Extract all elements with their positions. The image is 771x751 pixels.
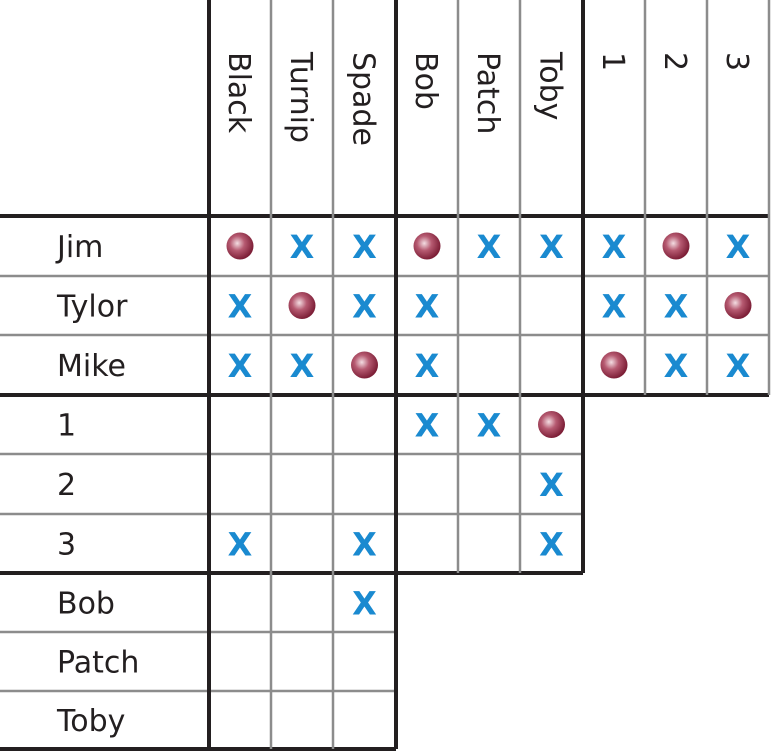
row-label: 2 [57, 468, 76, 503]
empty-cell[interactable] [398, 456, 456, 512]
empty-cell[interactable] [211, 575, 269, 630]
row-label: Mike [57, 349, 126, 384]
column-headers: Black Turnip Spade Bob Patch Toby 1 2 3 [221, 51, 754, 146]
cell-marks: X X X X X XX X X X XX X X X XX XXX X XX [211, 228, 752, 747]
empty-cell[interactable] [273, 634, 331, 689]
x-mark[interactable]: X [477, 407, 502, 445]
x-mark[interactable]: X [602, 228, 627, 266]
circle-mark[interactable] [538, 411, 565, 438]
column-header: Black [221, 52, 256, 134]
empty-cell[interactable] [522, 278, 581, 333]
empty-cell[interactable] [273, 693, 331, 747]
x-mark[interactable]: X [664, 288, 689, 326]
empty-cell[interactable] [273, 575, 331, 630]
empty-cell[interactable] [460, 456, 518, 512]
column-header: Spade [346, 52, 381, 146]
empty-cell[interactable] [273, 397, 331, 452]
row-label: Tylor [56, 290, 128, 325]
row-labels: Jim Tylor Mike 1 2 3 Bob Patch Toby [55, 230, 139, 739]
row-label: 1 [57, 409, 76, 444]
empty-cell[interactable] [211, 634, 269, 689]
x-mark[interactable]: X [539, 228, 564, 266]
empty-cell[interactable] [460, 516, 518, 571]
empty-cell[interactable] [335, 456, 394, 512]
x-mark[interactable]: X [477, 228, 502, 266]
empty-cell[interactable] [335, 634, 394, 689]
x-mark[interactable]: X [352, 228, 377, 266]
empty-cell[interactable] [335, 397, 394, 452]
empty-cell[interactable] [522, 337, 581, 393]
x-mark[interactable]: X [352, 526, 377, 564]
x-mark[interactable]: X [664, 347, 689, 385]
x-mark[interactable]: X [228, 288, 253, 326]
row-label: Bob [57, 587, 115, 622]
x-mark[interactable]: X [290, 228, 315, 266]
column-header: Patch [470, 52, 505, 134]
x-mark[interactable]: X [352, 288, 377, 326]
circle-mark[interactable] [288, 292, 316, 319]
x-mark[interactable]: X [228, 347, 253, 385]
x-mark[interactable]: X [415, 407, 440, 445]
column-header: Turnip [283, 51, 318, 143]
column-header: 1 [595, 52, 630, 71]
x-mark[interactable]: X [726, 347, 751, 385]
circle-mark[interactable] [413, 232, 441, 260]
column-header: Toby [533, 51, 568, 120]
empty-cell[interactable] [398, 516, 456, 571]
logic-puzzle-grid: Black Turnip Spade Bob Patch Toby 1 2 3 Jim Tylor… [0, 0, 771, 751]
column-header: 2 [657, 52, 692, 71]
empty-cell[interactable] [460, 278, 518, 333]
row-label: Jim [55, 230, 103, 265]
empty-cell[interactable] [211, 693, 269, 747]
x-mark[interactable]: X [415, 347, 440, 385]
x-mark[interactable]: X [726, 228, 751, 266]
row-label: 3 [57, 528, 76, 563]
empty-cell[interactable] [460, 337, 518, 393]
x-mark[interactable]: X [602, 288, 627, 326]
x-mark[interactable]: X [539, 526, 564, 564]
circle-mark[interactable] [351, 351, 378, 379]
row-label: Toby [56, 704, 125, 739]
x-mark[interactable]: X [352, 585, 377, 623]
row-label: Patch [57, 646, 139, 681]
empty-cell[interactable] [211, 456, 269, 512]
column-header: Bob [408, 52, 443, 110]
empty-cell[interactable] [273, 516, 331, 571]
circle-mark[interactable] [724, 292, 752, 319]
circle-mark[interactable] [226, 232, 254, 260]
empty-cell[interactable] [273, 456, 331, 512]
x-mark[interactable]: X [539, 466, 564, 504]
circle-mark[interactable] [662, 232, 690, 260]
column-header: 3 [719, 52, 754, 71]
circle-mark[interactable] [600, 351, 628, 379]
x-mark[interactable]: X [415, 288, 440, 326]
x-mark[interactable]: X [228, 526, 253, 564]
x-mark[interactable]: X [290, 347, 315, 385]
empty-cell[interactable] [335, 693, 394, 747]
empty-cell[interactable] [211, 397, 269, 452]
